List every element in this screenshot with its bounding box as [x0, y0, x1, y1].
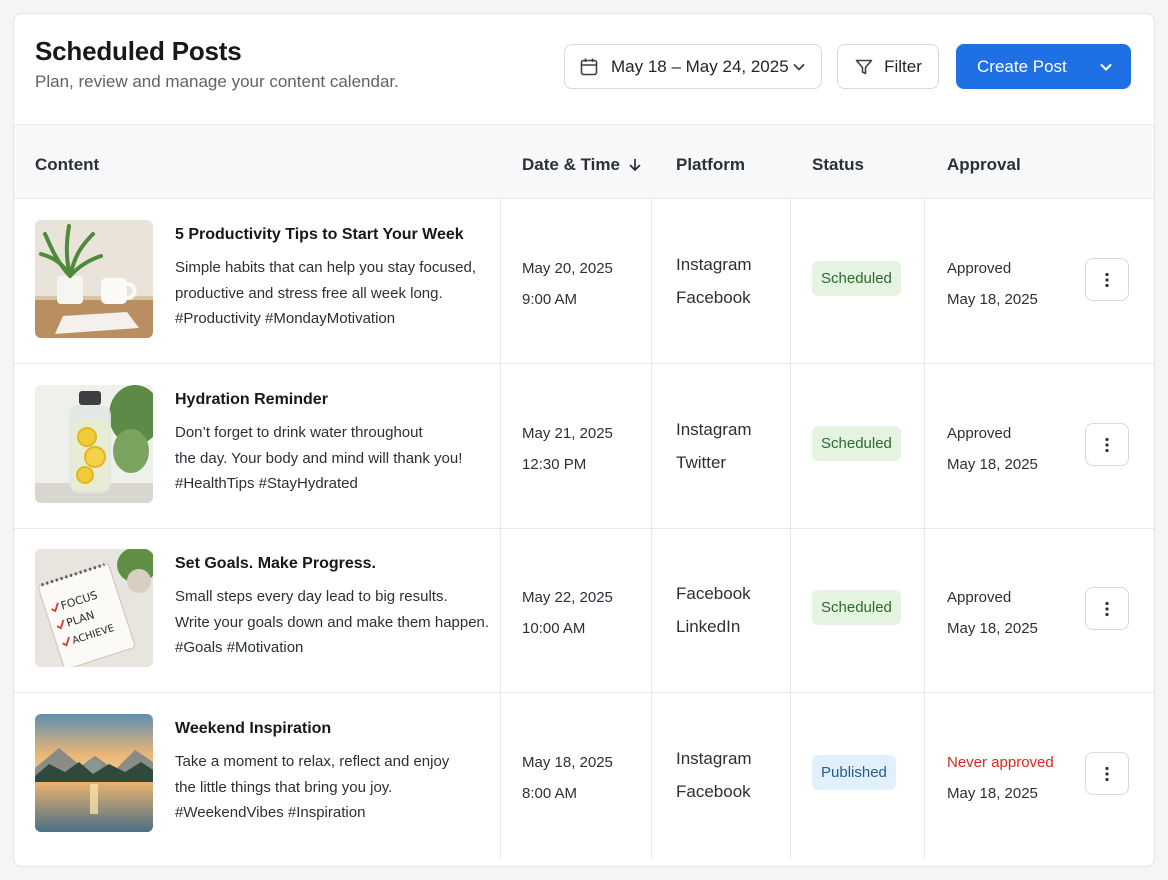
- status-badge: Published: [812, 755, 896, 790]
- more-vertical-icon: [1105, 601, 1109, 616]
- post-description: Small steps every day lead to big result…: [175, 588, 490, 656]
- row-actions-button[interactable]: [1085, 423, 1129, 466]
- filter-label: Filter: [884, 56, 922, 76]
- more-vertical-icon: [1105, 766, 1109, 781]
- post-platforms: Instagram Facebook: [676, 749, 752, 801]
- more-vertical-icon: [1105, 272, 1109, 287]
- post-title[interactable]: Hydration Reminder: [175, 391, 328, 409]
- post-datetime: May 22, 2025 10:00 AM: [522, 589, 613, 637]
- approval-info: Approved May 18, 2025: [947, 260, 1038, 308]
- post-thumbnail-sunset-lake[interactable]: [35, 714, 153, 832]
- column-header-approval[interactable]: Approval: [947, 155, 1021, 175]
- approval-info: Approved May 18, 2025: [947, 425, 1038, 473]
- approval-info: Approved May 18, 2025: [947, 589, 1038, 637]
- post-title[interactable]: Set Goals. Make Progress.: [175, 555, 376, 573]
- column-header-platform[interactable]: Platform: [676, 155, 745, 175]
- filter-icon: [855, 59, 873, 74]
- row-actions-button[interactable]: [1085, 752, 1129, 795]
- post-title[interactable]: Weekend Inspiration: [175, 720, 331, 738]
- date-range-picker[interactable]: May 18 – May 24, 2025: [564, 44, 822, 89]
- post-description: Simple habits that can help you stay foc…: [175, 259, 477, 327]
- chevron-down-icon[interactable]: [1098, 59, 1114, 75]
- post-thumbnail-water-bottle[interactable]: [35, 385, 153, 503]
- post-thumbnail-notebook[interactable]: FOCUS PLAN ACHIEVE: [35, 549, 153, 667]
- table-header: Content Date & Time Platform Status Appr…: [14, 124, 1154, 199]
- scheduled-posts-card: Scheduled Posts Plan, review and manage …: [13, 13, 1155, 867]
- post-datetime: May 20, 2025 9:00 AM: [522, 260, 613, 308]
- page-subtitle: Plan, review and manage your content cal…: [35, 72, 399, 91]
- status-badge: Scheduled: [812, 590, 901, 625]
- status-badge: Scheduled: [812, 261, 901, 296]
- table-row[interactable]: FOCUS PLAN ACHIEVE Set Goals. Make Progr…: [14, 528, 1154, 693]
- calendar-icon: [580, 58, 598, 75]
- column-header-status[interactable]: Status: [812, 155, 864, 175]
- chevron-down-icon: [793, 63, 805, 70]
- post-thumbnail-plant-mug[interactable]: [35, 220, 153, 338]
- create-post-button[interactable]: Create Post: [956, 44, 1131, 89]
- table-row[interactable]: Weekend Inspiration Take a moment to rel…: [14, 693, 1154, 858]
- post-description: Take a moment to relax, reflect and enjo…: [175, 753, 450, 821]
- post-description: Don’t forget to drink water throughout th…: [175, 424, 463, 492]
- approval-info: Never approved May 18, 2025: [947, 754, 1054, 802]
- post-platforms: Instagram Twitter: [676, 420, 752, 472]
- row-actions-button[interactable]: [1085, 258, 1129, 301]
- row-actions-button[interactable]: [1085, 587, 1129, 630]
- page-header: Scheduled Posts Plan, review and manage …: [14, 14, 1154, 124]
- column-header-content[interactable]: Content: [35, 155, 99, 175]
- post-datetime: May 21, 2025 12:30 PM: [522, 425, 613, 473]
- table-row[interactable]: Hydration Reminder Don’t forget to drink…: [14, 364, 1154, 529]
- post-platforms: Instagram Facebook: [676, 255, 752, 307]
- filter-button[interactable]: Filter: [837, 44, 939, 89]
- column-header-datetime[interactable]: Date & Time: [522, 155, 642, 175]
- table-row[interactable]: 5 Productivity Tips to Start Your Week S…: [14, 199, 1154, 364]
- post-datetime: May 18, 2025 8:00 AM: [522, 754, 613, 802]
- date-range-value: May 18 – May 24, 2025: [611, 56, 789, 76]
- post-title[interactable]: 5 Productivity Tips to Start Your Week: [175, 226, 464, 244]
- more-vertical-icon: [1105, 437, 1109, 452]
- arrow-down-icon: [629, 158, 641, 171]
- post-platforms: Facebook LinkedIn: [676, 584, 751, 636]
- status-badge: Scheduled: [812, 426, 901, 461]
- create-post-label: Create Post: [977, 56, 1067, 76]
- page-title: Scheduled Posts: [35, 36, 242, 66]
